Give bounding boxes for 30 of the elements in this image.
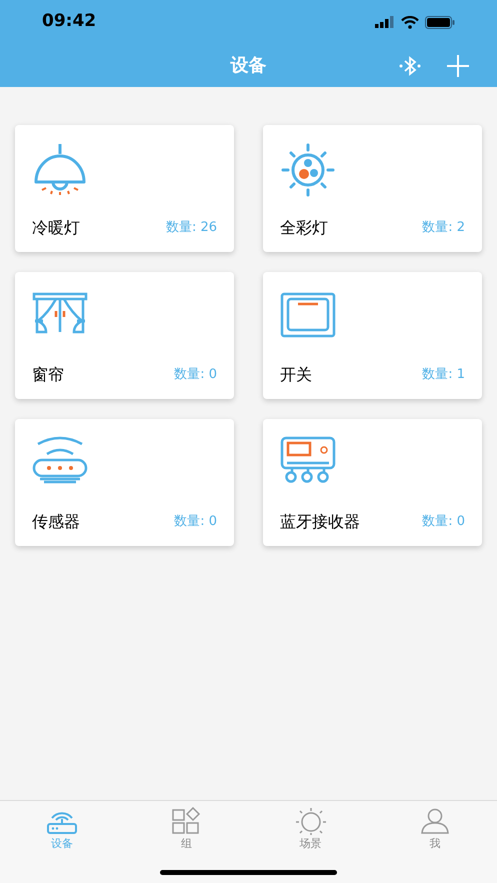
add-icon[interactable] bbox=[447, 55, 469, 77]
device-count: 数量: 2 bbox=[422, 219, 465, 238]
device-card[interactable]: 传感器 数量: 0 bbox=[15, 419, 234, 546]
device-count: 数量: 0 bbox=[174, 513, 217, 532]
bluetooth-icon[interactable] bbox=[398, 56, 422, 76]
device-card[interactable]: 冷暖灯 数量: 26 bbox=[15, 125, 234, 252]
device-card[interactable]: 蓝牙接收器 数量: 0 bbox=[263, 419, 482, 546]
device-name: 开关 bbox=[280, 364, 312, 386]
nav-title: 设备 bbox=[230, 54, 266, 78]
device-count: 数量: 26 bbox=[166, 219, 217, 238]
signal-icon bbox=[375, 16, 395, 28]
device-name: 窗帘 bbox=[32, 364, 64, 386]
device-count: 数量: 1 bbox=[422, 366, 465, 384]
device-name: 蓝牙接收器 bbox=[280, 511, 360, 533]
device-name: 传感器 bbox=[32, 511, 80, 533]
device-card[interactable]: 开关 数量: 1 bbox=[263, 272, 482, 399]
battery-icon bbox=[425, 16, 455, 28]
device-card[interactable]: 窗帘 数量: 0 bbox=[15, 272, 234, 399]
sun-icon bbox=[294, 807, 327, 835]
device-card[interactable]: 全彩灯 数量: 2 bbox=[263, 125, 482, 252]
wifi-icon bbox=[401, 16, 419, 28]
grid-icon bbox=[170, 807, 202, 835]
device-name: 冷暖灯 bbox=[32, 217, 80, 239]
lamp-icon bbox=[32, 142, 88, 198]
sun-icon bbox=[280, 142, 336, 198]
device-name: 全彩灯 bbox=[280, 217, 328, 239]
user-icon bbox=[418, 807, 451, 835]
status-time: 09:42 bbox=[42, 10, 96, 34]
device-count: 数量: 0 bbox=[422, 513, 465, 532]
device-count: 数量: 0 bbox=[174, 366, 217, 384]
